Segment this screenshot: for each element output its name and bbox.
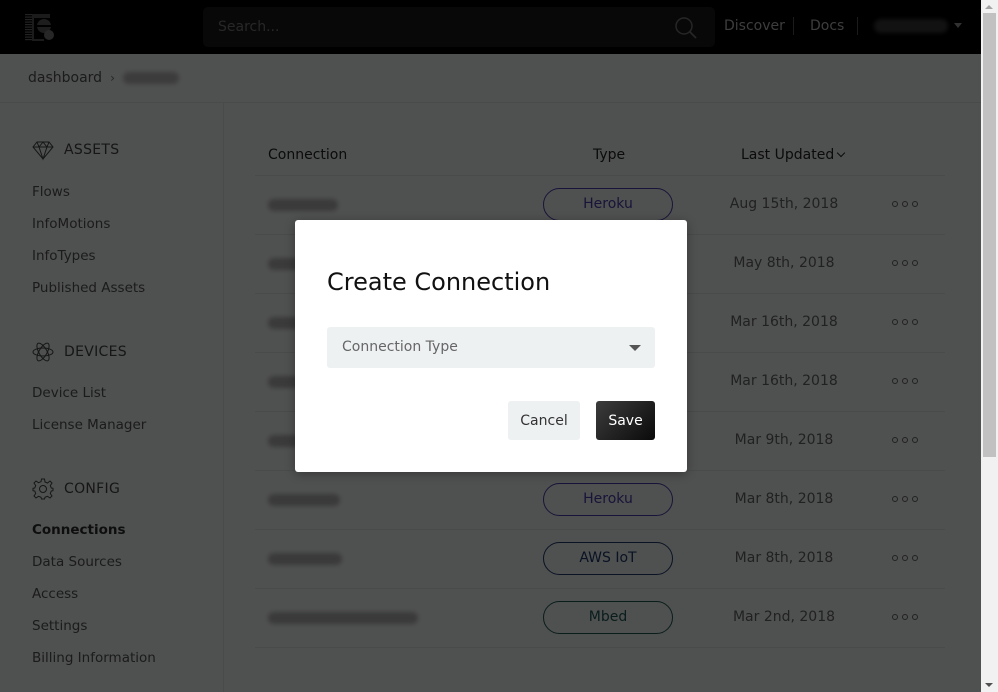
save-button[interactable]: Save (596, 401, 655, 440)
scroll-down-arrow-icon[interactable] (985, 683, 993, 687)
create-connection-modal: Create Connection Connection Type Cancel… (295, 220, 687, 472)
scroll-up-arrow-icon[interactable] (985, 5, 993, 9)
modal-title: Create Connection (327, 268, 551, 296)
select-placeholder: Connection Type (342, 339, 458, 355)
scrollbar-thumb[interactable] (983, 13, 996, 457)
cancel-button[interactable]: Cancel (508, 401, 580, 440)
caret-down-icon (629, 345, 641, 351)
vertical-scrollbar[interactable] (981, 0, 998, 692)
connection-type-select[interactable]: Connection Type (327, 327, 655, 368)
